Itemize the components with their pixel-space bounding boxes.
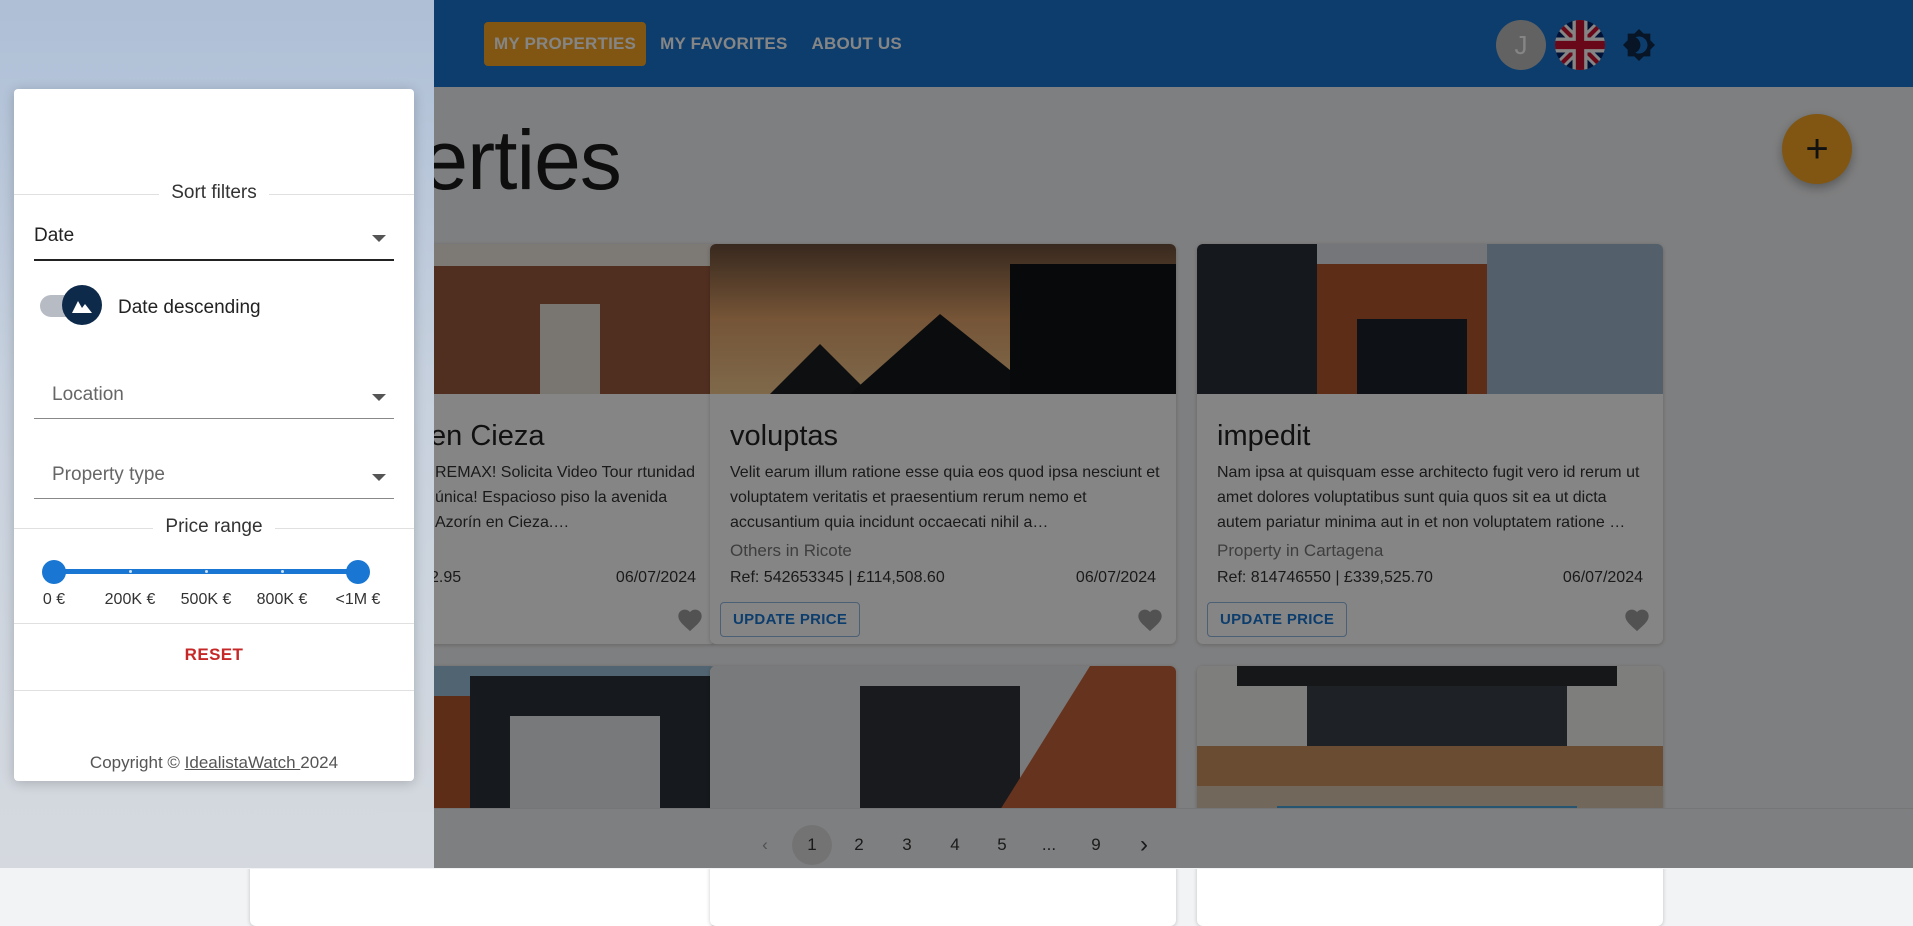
copyright: Copyright © IdealistaWatch 2024 [14,753,414,773]
idealistawatch-link[interactable]: IdealistaWatch [185,753,301,772]
slider-mark [129,570,132,573]
divider [14,623,414,624]
property-type-select[interactable]: Property type [34,454,394,499]
copyright-prefix: Copyright © [89,753,185,772]
price-min-thumb[interactable] [42,560,66,584]
price-mark-label: 0 € [42,591,66,608]
date-descending-toggle[interactable] [36,285,102,325]
sort-select[interactable]: Date [34,215,394,261]
filter-panel: Sort filters Date Date descending Locati… [14,89,414,781]
caret-down-icon [372,474,386,481]
sort-filters-heading: Sort filters [14,182,414,206]
date-descending-label: Date descending [118,297,261,318]
copyright-year: 2024 [300,753,339,772]
divider [14,690,414,691]
filter-drawer: Sort filters Date Date descending Locati… [0,0,434,868]
price-max-thumb[interactable] [346,560,370,584]
slider-mark [281,570,284,573]
caret-down-icon [372,235,386,242]
price-mark-label: 800K € [256,591,308,608]
price-range-heading: Price range [14,516,414,540]
reset-button[interactable]: RESET [14,645,414,665]
mountain-icon [62,285,102,325]
caret-down-icon [372,394,386,401]
price-mark-label: 200K € [104,591,156,608]
slider-mark [205,570,208,573]
price-mark-label: 500K € [180,591,232,608]
location-select[interactable]: Location [34,374,394,419]
price-range-slider[interactable] [42,559,370,584]
price-mark-label: <1M € [335,591,381,608]
